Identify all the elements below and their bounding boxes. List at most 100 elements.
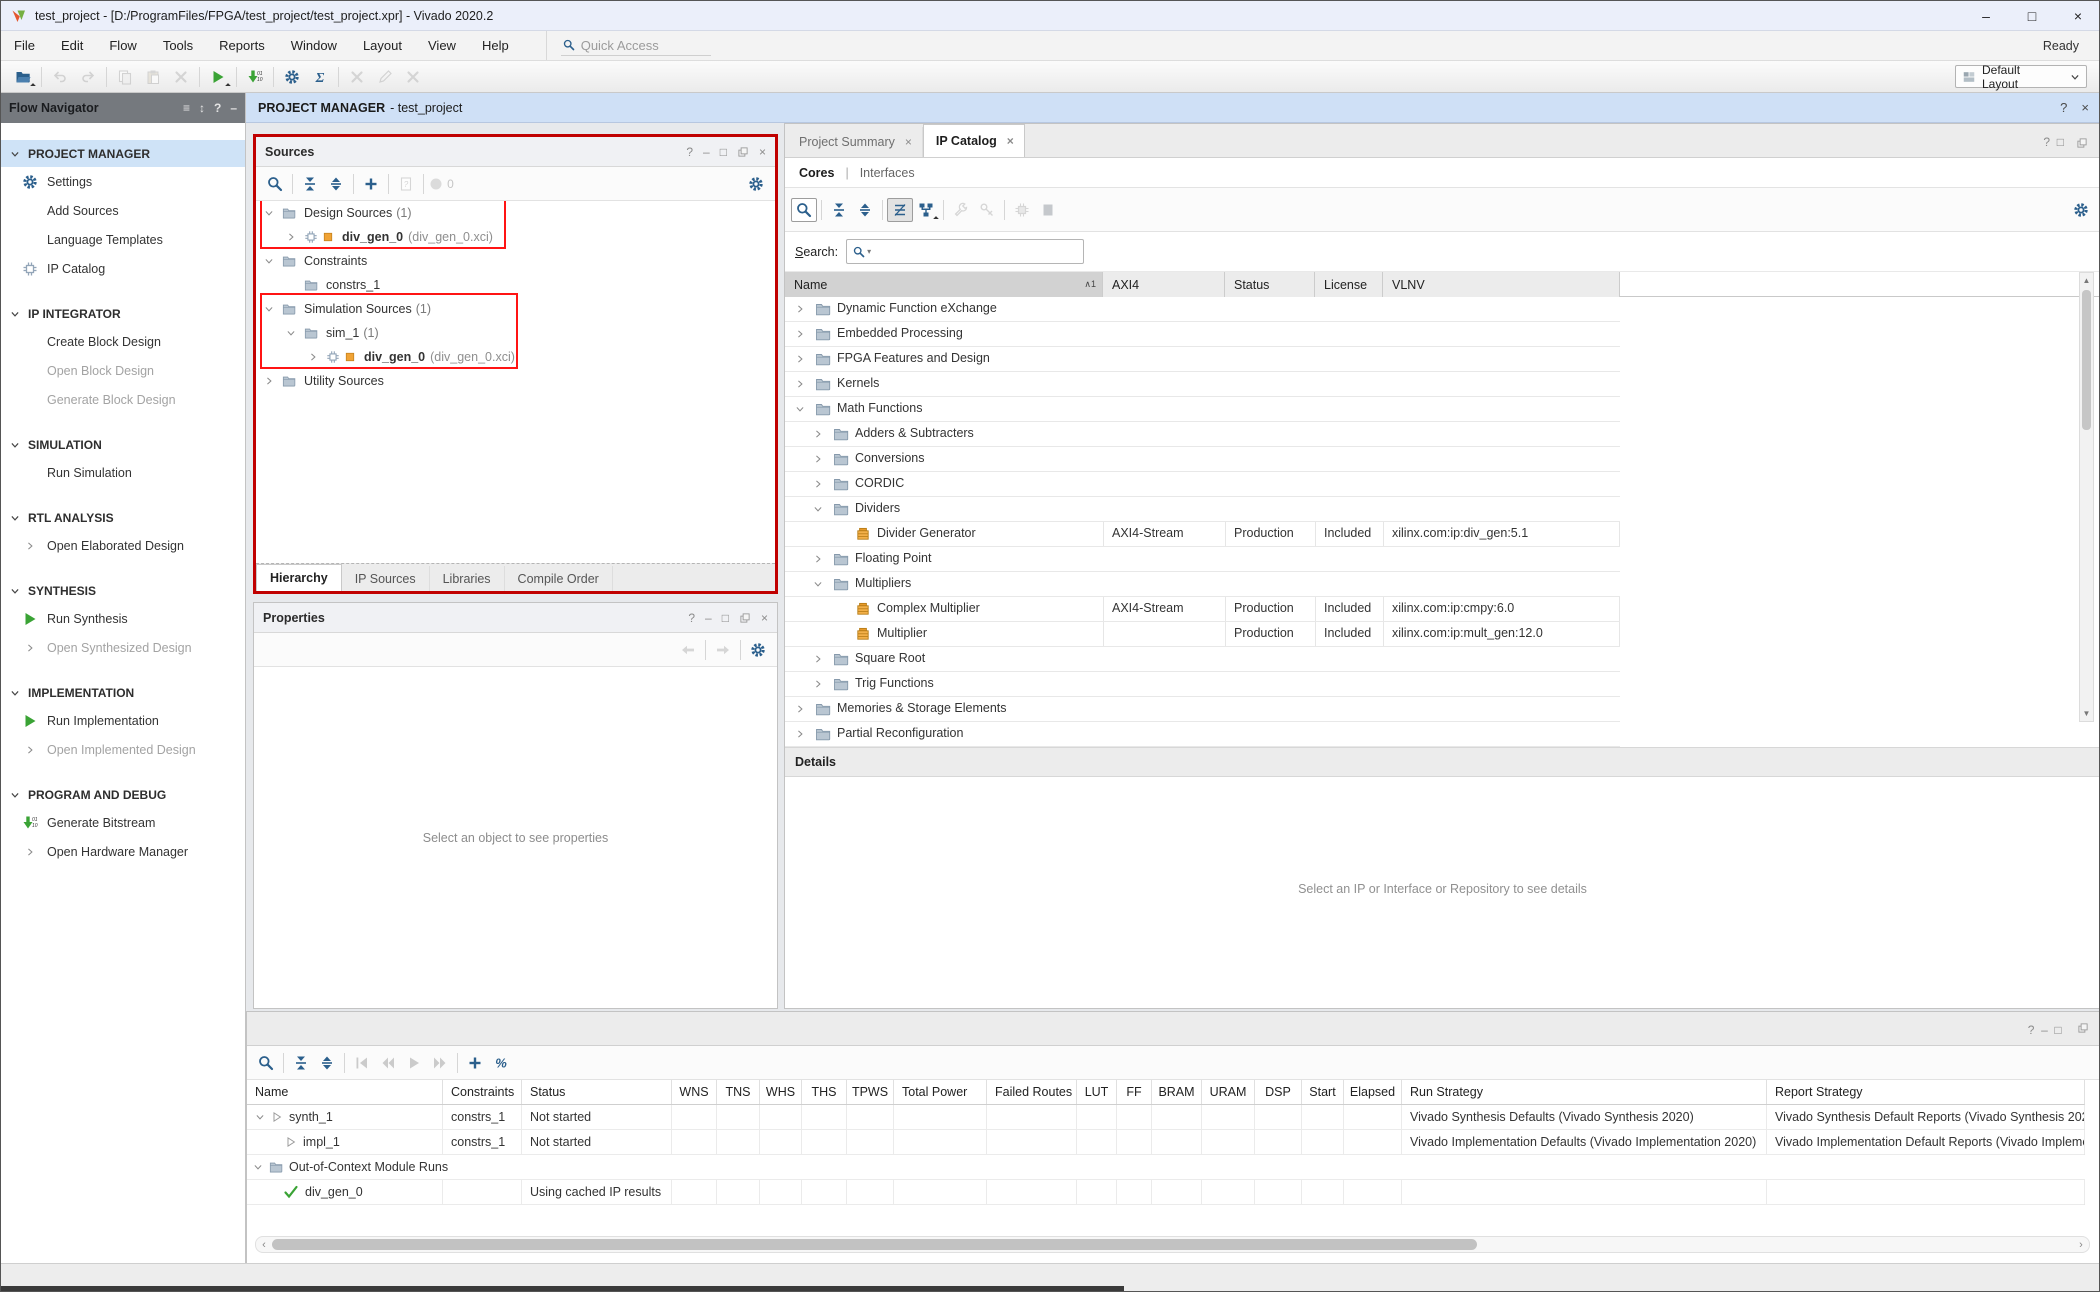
column-header-run-strategy[interactable]: Run Strategy <box>1402 1080 1767 1104</box>
percent-button[interactable]: % <box>488 1051 514 1075</box>
collapse-all-icon[interactable]: ≡ <box>183 101 190 115</box>
column-header-uram[interactable]: URAM <box>1202 1080 1255 1104</box>
sidebar-item-open-synthesized-design[interactable]: Open Synthesized Design <box>1 633 245 662</box>
column-header-failed-routes[interactable]: Failed Routes <box>987 1080 1077 1104</box>
group-by-taxonomy-button[interactable] <box>887 198 913 222</box>
sidebar-item-run-simulation[interactable]: Run Simulation <box>1 458 245 487</box>
catalog-row-cordic[interactable]: CORDIC <box>785 472 1620 497</box>
menu-file[interactable]: File <box>1 31 48 60</box>
tree-item-constrs_1[interactable]: constrs_1 <box>256 273 775 297</box>
column-header-whs[interactable]: WHS <box>760 1080 802 1104</box>
menu-edit[interactable]: Edit <box>48 31 96 60</box>
section-header-implementation[interactable]: IMPLEMENTATION <box>1 679 245 706</box>
tree-item-div_gen_0[interactable]: div_gen_0(div_gen_0.xci) <box>256 345 775 369</box>
menu-window[interactable]: Window <box>278 31 350 60</box>
column-header-start[interactable]: Start <box>1302 1080 1344 1104</box>
menu-reports[interactable]: Reports <box>206 31 278 60</box>
step-forward-button[interactable] <box>427 1051 453 1075</box>
scroll-down-icon[interactable]: ▼ <box>2080 706 2093 721</box>
sidebar-item-generate-bitstream[interactable]: 0110Generate Bitstream <box>1 808 245 837</box>
column-header-dsp[interactable]: DSP <box>1255 1080 1302 1104</box>
sidebar-item-run-implementation[interactable]: Run Implementation <box>1 706 245 735</box>
catalog-row-conversions[interactable]: Conversions <box>785 447 1620 472</box>
runs-row-div_gen_0[interactable]: div_gen_0Using cached IP results <box>247 1180 2085 1205</box>
column-header-vlnv[interactable]: VLNV <box>1383 272 1620 297</box>
column-header-name[interactable]: Name <box>247 1080 443 1104</box>
section-header-rtl-analysis[interactable]: RTL ANALYSIS <box>1 504 245 531</box>
section-header-simulation[interactable]: SIMULATION <box>1 431 245 458</box>
sidebar-item-ip-catalog[interactable]: IP Catalog <box>1 254 245 283</box>
column-header-axi4[interactable]: AXI4 <box>1103 272 1225 297</box>
run-button[interactable] <box>204 64 232 90</box>
column-header-status[interactable]: Status <box>1225 272 1315 297</box>
close-panel-icon[interactable]: × <box>761 611 768 625</box>
catalog-row-memories-&-storage-elements[interactable]: Memories & Storage Elements <box>785 697 1620 722</box>
create-run-button[interactable] <box>462 1051 488 1075</box>
tab-hierarchy[interactable]: Hierarchy <box>256 564 342 591</box>
copy-button[interactable] <box>111 64 139 90</box>
section-header-program-and-debug[interactable]: PROGRAM AND DEBUG <box>1 781 245 808</box>
catalog-row-kernels[interactable]: Kernels <box>785 372 1620 397</box>
sidebar-item-create-block-design[interactable]: Create Block Design <box>1 327 245 356</box>
sidebar-item-add-sources[interactable]: Add Sources <box>1 196 245 225</box>
collapse-all-button[interactable] <box>288 1051 314 1075</box>
search-button[interactable] <box>253 1051 279 1075</box>
panel-window-icons[interactable]: ? – □ <box>2028 1023 2065 1037</box>
search-button[interactable] <box>791 198 817 222</box>
package-ip-button[interactable] <box>1009 198 1035 222</box>
section-header-synthesis[interactable]: SYNTHESIS <box>1 577 245 604</box>
abort-button[interactable] <box>343 64 371 90</box>
sidebar-item-open-block-design[interactable]: Open Block Design <box>1 356 245 385</box>
help-icon[interactable]: ? □ <box>2043 135 2064 149</box>
float-panel-icon[interactable] <box>2077 1022 2089 1037</box>
catalog-row-floating-point[interactable]: Floating Point <box>785 547 1620 572</box>
forward-button[interactable] <box>710 638 736 662</box>
column-header-tpws[interactable]: TPWS <box>847 1080 894 1104</box>
catalog-row-divider-generator[interactable]: Divider GeneratorAXI4-StreamProductionIn… <box>785 522 1620 547</box>
scroll-left-icon[interactable]: ‹ <box>256 1239 272 1251</box>
scrollbar-thumb[interactable] <box>272 1239 1477 1250</box>
step-first-button[interactable] <box>349 1051 375 1075</box>
column-header-tns[interactable]: TNS <box>717 1080 760 1104</box>
tree-item-Simulation Sources[interactable]: Simulation Sources(1) <box>256 297 775 321</box>
column-header-lut[interactable]: LUT <box>1077 1080 1117 1104</box>
minimize-button[interactable]: – <box>1963 1 2009 30</box>
catalog-row-dynamic-function-exchange[interactable]: Dynamic Function eXchange <box>785 297 1620 322</box>
subtab-cores[interactable]: Cores <box>795 166 838 180</box>
catalog-row-multipliers[interactable]: Multipliers <box>785 572 1620 597</box>
column-header-total-power[interactable]: Total Power <box>894 1080 987 1104</box>
settings-gear-icon[interactable] <box>745 638 771 662</box>
runs-row-synth_1[interactable]: synth_1constrs_1Not startedVivado Synthe… <box>247 1105 2085 1130</box>
runs-category-out-of-context-module-runs[interactable]: Out-of-Context Module Runs <box>247 1155 2085 1180</box>
vertical-scrollbar[interactable]: ▲ ▼ <box>2079 272 2094 722</box>
customize-button[interactable] <box>948 198 974 222</box>
sidebar-item-open-elaborated-design[interactable]: Open Elaborated Design <box>1 531 245 560</box>
minimize-panel-icon[interactable]: – <box>705 611 712 625</box>
column-header-report-strategy[interactable]: Report Strategy <box>1767 1080 2085 1104</box>
tab-project-summary[interactable]: Project Summary× <box>787 127 923 157</box>
close-tab-icon[interactable]: × <box>1007 134 1014 148</box>
section-header-ip-integrator[interactable]: IP INTEGRATOR <box>1 300 245 327</box>
help-icon[interactable]: ? <box>214 101 221 115</box>
help-icon[interactable]: ? <box>2060 100 2067 115</box>
sidebar-item-open-hardware-manager[interactable]: Open Hardware Manager <box>1 837 245 866</box>
close-panel-icon[interactable]: × <box>759 145 766 159</box>
collapse-all-button[interactable] <box>826 198 852 222</box>
paste-button[interactable] <box>139 64 167 90</box>
tree-item-Utility Sources[interactable]: Utility Sources <box>256 369 775 393</box>
message-badge-button[interactable]: 0 <box>428 172 454 196</box>
layout-selector[interactable]: Default Layout <box>1955 65 2087 88</box>
scroll-up-icon[interactable]: ▲ <box>2080 273 2093 288</box>
back-button[interactable] <box>675 638 701 662</box>
float-panel-icon[interactable] <box>2076 137 2088 149</box>
minimize-panel-icon[interactable]: – <box>230 101 237 115</box>
menu-tools[interactable]: Tools <box>150 31 206 60</box>
catalog-row-math-functions[interactable]: Math Functions <box>785 397 1620 422</box>
maximize-panel-icon[interactable]: □ <box>722 611 729 625</box>
section-header-project-manager[interactable]: PROJECT MANAGER <box>1 140 245 167</box>
tab-ip-sources[interactable]: IP Sources <box>342 566 430 591</box>
menu-help[interactable]: Help <box>469 31 522 60</box>
expand-all-button[interactable] <box>323 172 349 196</box>
quick-access[interactable]: Quick Access <box>546 31 711 60</box>
delete-button[interactable] <box>167 64 195 90</box>
